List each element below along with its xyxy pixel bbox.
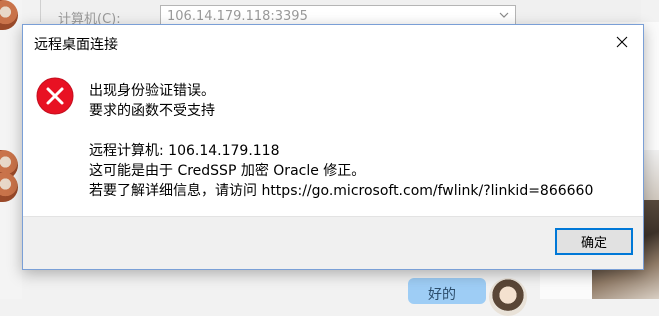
info-link-line: 若要了解详细信息，请访问 https://go.microsoft.com/fw… [89, 183, 594, 199]
close-icon [616, 36, 628, 48]
cause-line: 这可能是由于 CredSSP 加密 Oracle 修正。 [89, 163, 366, 179]
ok-button[interactable]: 确定 [555, 228, 633, 255]
error-icon [36, 77, 74, 115]
chevron-down-icon [499, 12, 509, 18]
error-dialog: 远程桌面连接 出现身份验证错误。 要求的函数不受支持 远程计算机: 106.14… [22, 24, 644, 270]
dialog-titlebar: 远程桌面连接 [23, 25, 643, 59]
dialog-button-bar: 确定 [23, 216, 643, 269]
remote-computer-line: 远程计算机: 106.14.179.118 [89, 143, 280, 159]
background-window-edge [0, 0, 22, 299]
chat-bubble: 好的 [408, 278, 486, 304]
error-message-line: 出现身份验证错误。 [89, 83, 215, 99]
chat-avatar [489, 278, 527, 316]
close-button[interactable] [605, 27, 639, 57]
dialog-title: 远程桌面连接 [34, 37, 118, 53]
error-message-line: 要求的函数不受支持 [89, 103, 215, 119]
error-message: 出现身份验证错误。 要求的函数不受支持 远程计算机: 106.14.179.11… [89, 81, 593, 201]
computer-value: 106.14.179.118:3395 [167, 9, 308, 24]
chat-avatar [0, 172, 18, 202]
chat-avatar [0, 0, 18, 30]
chat-bubble-text: 好的 [428, 287, 456, 303]
